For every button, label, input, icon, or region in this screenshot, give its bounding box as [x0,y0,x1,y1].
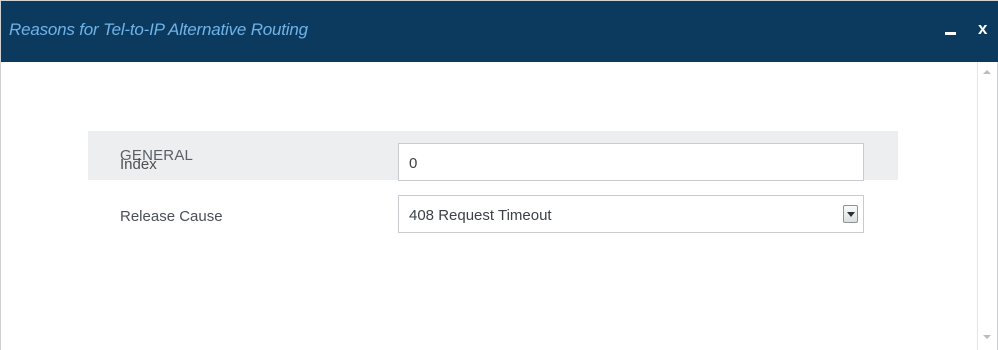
dialog-window: Reasons for Tel-to-IP Alternative Routin… [0,0,998,350]
index-field[interactable]: 0 [398,143,864,181]
dialog-titlebar[interactable]: Reasons for Tel-to-IP Alternative Routin… [1,1,998,62]
close-button[interactable]: x [978,19,987,39]
release-cause-select[interactable]: 408 Request Timeout [398,195,864,233]
dialog-title: Reasons for Tel-to-IP Alternative Routin… [9,20,308,39]
minimize-icon [945,32,956,35]
vertical-scrollbar[interactable] [977,62,997,350]
minimize-button[interactable] [945,19,956,40]
chevron-down-icon [847,212,855,217]
dropdown-button[interactable] [843,205,858,223]
release-cause-label: Release Cause [120,208,223,225]
scroll-up-icon[interactable] [983,70,991,74]
index-label: Index [120,156,157,173]
scroll-down-icon[interactable] [983,335,991,339]
release-cause-value: 408 Request Timeout [409,207,552,224]
